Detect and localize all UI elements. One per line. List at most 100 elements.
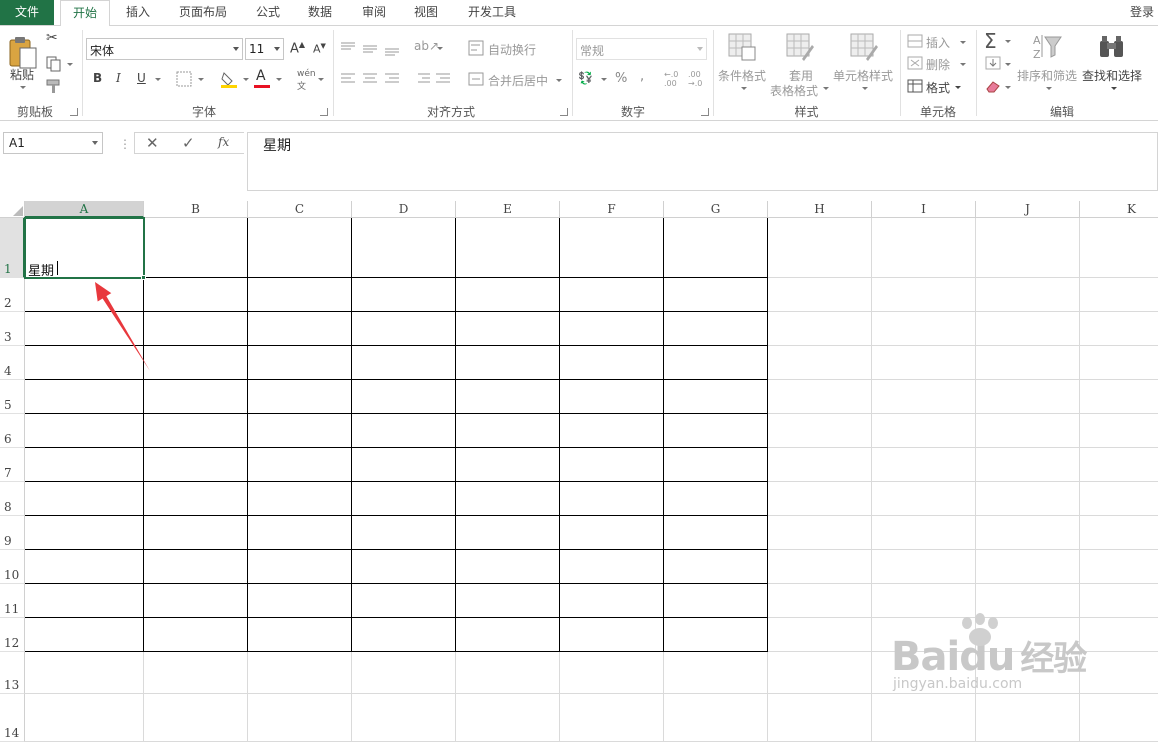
confirm-icon[interactable]: ✓ (182, 134, 195, 152)
border-icon[interactable] (176, 71, 192, 87)
italic-button[interactable]: I (116, 71, 121, 85)
underline-button[interactable]: U (137, 71, 146, 85)
chevron-down-icon (92, 141, 98, 145)
format-cells-button[interactable]: 格式 (926, 79, 950, 96)
currency-icon[interactable]: 💱 (578, 71, 593, 85)
insert-cells-icon[interactable] (907, 34, 923, 48)
vertical-align-icons[interactable] (341, 40, 405, 56)
tab-page-layout[interactable]: 页面布局 (170, 0, 236, 25)
tab-developer[interactable]: 开发工具 (458, 0, 526, 25)
fill-dropdown-icon[interactable] (1005, 63, 1011, 66)
tab-file[interactable]: 文件 (0, 0, 54, 25)
tab-data[interactable]: 数据 (298, 0, 342, 25)
tab-view[interactable]: 视图 (404, 0, 448, 25)
alignment-launcher-icon[interactable] (560, 108, 568, 116)
font-size-select[interactable]: 11 (245, 38, 284, 60)
login-link[interactable]: 登录 (1130, 0, 1154, 25)
insert-function-button[interactable]: fx (218, 135, 229, 149)
cancel-icon[interactable]: ✕ (146, 134, 159, 152)
delete-cells-icon[interactable] (907, 56, 923, 70)
number-group-label: 数字 (620, 105, 645, 119)
merge-center-button[interactable]: 合并后居中 (488, 72, 548, 89)
sort-filter-icon[interactable]: A Z (1031, 31, 1063, 63)
tab-review[interactable]: 审阅 (352, 0, 396, 25)
ribbon-home: 粘贴 ✂ 剪贴板 宋体 11 A▲ A▼ B I U A wén 文 字体 ab… (0, 25, 1158, 121)
merge-center-icon[interactable] (468, 72, 484, 86)
sort-filter-button[interactable]: 排序和筛选 (1017, 67, 1077, 84)
insert-dropdown-icon[interactable] (960, 41, 966, 44)
percent-button[interactable]: % (615, 71, 627, 86)
copy-icon[interactable] (46, 56, 62, 72)
formula-input[interactable]: 星期 (247, 132, 1158, 191)
format-as-table-icon[interactable] (786, 33, 814, 61)
format-painter-icon[interactable] (46, 78, 64, 94)
svg-text:Z: Z (1033, 48, 1041, 61)
clear-icon[interactable] (985, 79, 1001, 93)
find-select-button[interactable]: 查找和选择 (1082, 67, 1142, 84)
tab-home[interactable]: 开始 (60, 0, 110, 26)
fill-icon[interactable] (985, 56, 1001, 70)
shrink-font-icon[interactable]: A▼ (313, 42, 326, 56)
formula-bar-grip-icon[interactable]: ⋮ (119, 137, 131, 151)
number-launcher-icon[interactable] (701, 108, 709, 116)
wrap-text-button[interactable]: 自动换行 (488, 41, 536, 58)
watermark-url: jingyan.baidu.com (893, 676, 1023, 692)
fill-color-icon[interactable] (220, 69, 238, 89)
tab-formulas[interactable]: 公式 (246, 0, 290, 25)
cell-styles-button[interactable]: 单元格样式 (833, 67, 893, 84)
orientation-icon[interactable]: ab↗ (414, 39, 439, 53)
clipboard-launcher-icon[interactable] (70, 108, 78, 116)
insert-cells-button[interactable]: 插入 (926, 34, 950, 51)
delete-cells-button[interactable]: 删除 (926, 56, 950, 73)
increase-decimal-icon[interactable]: ←.0.00 (664, 70, 678, 88)
svg-text:A: A (1033, 34, 1041, 47)
name-box[interactable]: A1 (3, 132, 103, 154)
orientation-dropdown-icon[interactable] (437, 47, 443, 50)
worksheet-grid[interactable]: A B C D E F G H I J K 1 2 3 4 5 6 7 8 9 10 11 12 13 14 星期 Baidu 经验… (0, 201, 1158, 742)
paste-dropdown-icon[interactable] (20, 86, 26, 89)
phonetic-icon[interactable]: wén 文 (297, 69, 316, 92)
watermark-paw-icon (962, 613, 998, 646)
cut-icon[interactable]: ✂ (46, 30, 58, 46)
underline-dropdown-icon[interactable] (155, 78, 161, 81)
cell-styles-icon[interactable] (850, 33, 878, 61)
phonetic-dropdown-icon[interactable] (318, 78, 324, 81)
font-name-select[interactable]: 宋体 (86, 38, 243, 60)
currency-dropdown-icon[interactable] (601, 78, 607, 81)
indent-icons[interactable] (414, 72, 454, 86)
comma-button[interactable]: , (640, 69, 644, 84)
find-select-dropdown-icon[interactable] (1111, 87, 1117, 90)
format-as-table-label-2[interactable]: 表格格式 (770, 82, 818, 99)
merge-dropdown-icon[interactable] (556, 79, 562, 82)
font-color-dropdown-icon[interactable] (276, 78, 282, 81)
cell-styles-dropdown-icon[interactable] (862, 87, 868, 90)
copy-dropdown-icon[interactable] (67, 63, 73, 66)
wrap-text-icon[interactable] (468, 40, 484, 56)
tab-insert[interactable]: 插入 (116, 0, 160, 25)
autosum-dropdown-icon[interactable] (1005, 40, 1011, 43)
autosum-icon[interactable]: Σ (984, 29, 997, 53)
clear-dropdown-icon[interactable] (1005, 86, 1011, 89)
paste-icon[interactable] (8, 34, 38, 70)
paste-button[interactable]: 粘贴 (10, 66, 34, 83)
fill-color-dropdown-icon[interactable] (243, 78, 249, 81)
find-select-icon[interactable] (1098, 33, 1126, 61)
divider (333, 30, 334, 116)
border-dropdown-icon[interactable] (198, 78, 204, 81)
conditional-format-dropdown-icon[interactable] (741, 87, 747, 90)
format-as-table-dropdown-icon[interactable] (823, 87, 829, 90)
font-color-icon[interactable]: A (256, 68, 266, 84)
font-launcher-icon[interactable] (320, 108, 328, 116)
horizontal-align-icons[interactable] (341, 72, 405, 86)
conditional-format-icon[interactable] (728, 33, 756, 61)
styles-group-label: 样式 (794, 105, 819, 119)
format-dropdown-icon[interactable] (955, 86, 961, 89)
format-cells-icon[interactable] (907, 79, 923, 93)
number-format-select[interactable]: 常规 (576, 38, 707, 60)
conditional-format-button[interactable]: 条件格式 (718, 67, 766, 84)
delete-dropdown-icon[interactable] (960, 63, 966, 66)
grow-font-icon[interactable]: A▲ (290, 40, 305, 56)
bold-button[interactable]: B (93, 71, 102, 85)
decrease-decimal-icon[interactable]: .00 →.0 (688, 70, 702, 88)
sort-filter-dropdown-icon[interactable] (1046, 87, 1052, 90)
